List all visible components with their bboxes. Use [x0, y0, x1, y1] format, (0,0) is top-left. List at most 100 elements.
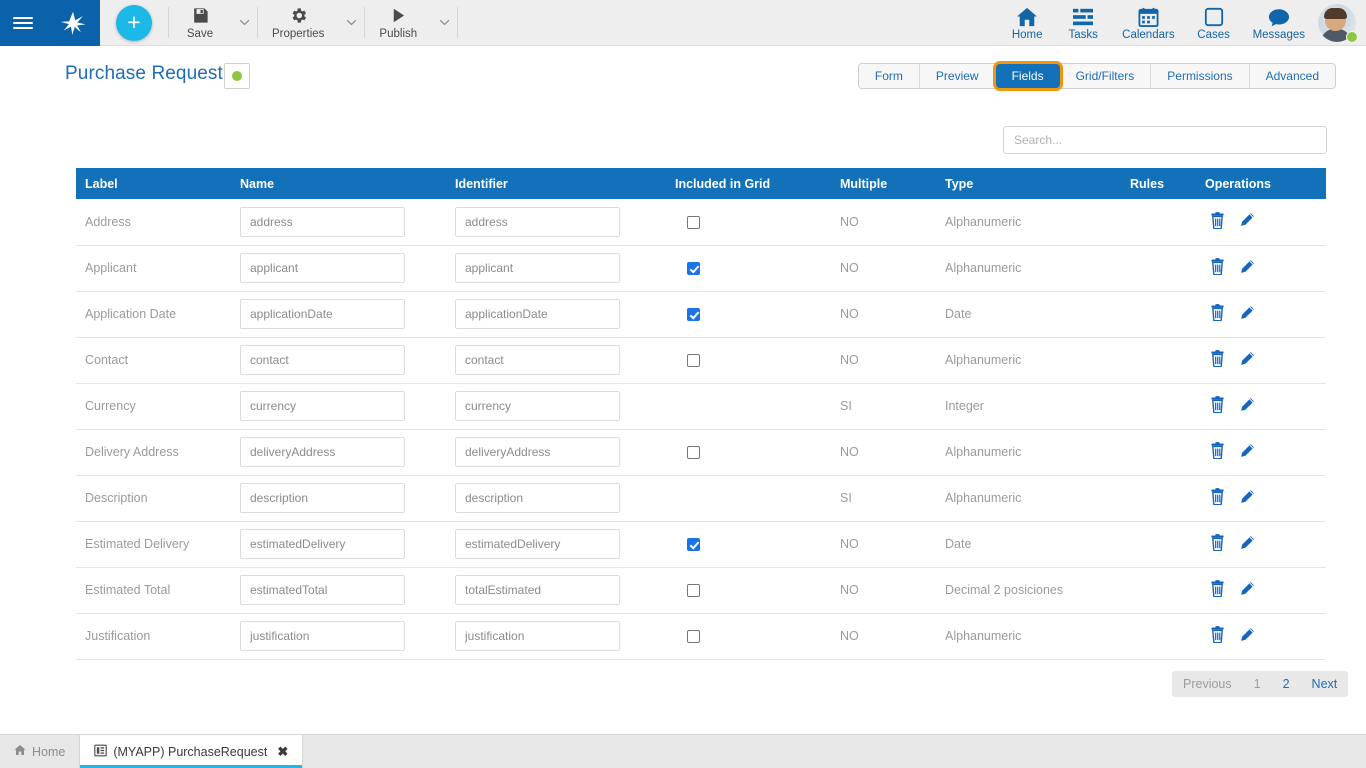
- nav-messages-button[interactable]: Messages: [1242, 0, 1316, 45]
- column-header-label[interactable]: Label: [76, 168, 231, 199]
- delete-field-button[interactable]: [1210, 350, 1225, 370]
- field-identifier-input[interactable]: [455, 529, 620, 559]
- save-button[interactable]: Save: [169, 0, 231, 45]
- trash-icon: [1210, 442, 1225, 462]
- edit-field-button[interactable]: [1239, 259, 1255, 278]
- cell-identifier: [446, 613, 666, 659]
- tab-fields[interactable]: Fields: [996, 64, 1060, 88]
- included-in-grid-checkbox[interactable]: [687, 584, 700, 597]
- pagination-page-1[interactable]: 1: [1243, 671, 1272, 697]
- tab-permissions[interactable]: Permissions: [1151, 64, 1249, 88]
- table-header-row: Label Name Identifier Included in Grid M…: [76, 168, 1326, 199]
- nav-calendars-button[interactable]: Calendars: [1111, 0, 1185, 45]
- field-name-input[interactable]: [240, 207, 405, 237]
- field-identifier-input[interactable]: [455, 299, 620, 329]
- field-name-input[interactable]: [240, 345, 405, 375]
- search-box[interactable]: [1003, 126, 1327, 154]
- publish-dropdown-caret[interactable]: [431, 0, 457, 45]
- included-in-grid-checkbox[interactable]: [687, 630, 700, 643]
- field-name-input[interactable]: [240, 621, 405, 651]
- column-header-name[interactable]: Name: [231, 168, 446, 199]
- status-badge[interactable]: [224, 63, 250, 89]
- nav-tasks-button[interactable]: Tasks: [1055, 0, 1111, 45]
- delete-field-button[interactable]: [1210, 212, 1225, 232]
- field-name-input[interactable]: [240, 391, 405, 421]
- tab-grid-filters[interactable]: Grid/Filters: [1060, 64, 1152, 88]
- pencil-icon: [1239, 627, 1255, 646]
- column-header-multiple[interactable]: Multiple: [831, 168, 936, 199]
- field-name-input[interactable]: [240, 437, 405, 467]
- edit-field-button[interactable]: [1239, 581, 1255, 600]
- edit-field-button[interactable]: [1239, 535, 1255, 554]
- delete-field-button[interactable]: [1210, 534, 1225, 554]
- field-name-input[interactable]: [240, 253, 405, 283]
- tab-advanced[interactable]: Advanced: [1250, 64, 1335, 88]
- pagination-next[interactable]: Next: [1301, 671, 1349, 697]
- field-identifier-input[interactable]: [455, 253, 620, 283]
- edit-field-button[interactable]: [1239, 627, 1255, 646]
- taskbar-item-home[interactable]: Home: [0, 735, 80, 768]
- included-in-grid-checkbox[interactable]: [687, 308, 700, 321]
- column-header-operations[interactable]: Operations: [1196, 168, 1326, 199]
- delete-field-button[interactable]: [1210, 488, 1225, 508]
- delete-field-button[interactable]: [1210, 258, 1225, 278]
- included-in-grid-checkbox[interactable]: [687, 216, 700, 229]
- pencil-icon: [1239, 305, 1255, 324]
- edit-field-button[interactable]: [1239, 351, 1255, 370]
- edit-field-button[interactable]: [1239, 443, 1255, 462]
- bird-logo-icon[interactable]: [58, 8, 88, 38]
- field-identifier-input[interactable]: [455, 207, 620, 237]
- edit-field-button[interactable]: [1239, 489, 1255, 508]
- top-toolbar: + Save Properties Publish: [0, 0, 1366, 46]
- cell-multiple: NO: [831, 521, 936, 567]
- avatar[interactable]: [1316, 0, 1362, 45]
- trash-icon: [1210, 396, 1225, 416]
- nav-cases-button[interactable]: Cases: [1186, 0, 1242, 45]
- publish-button[interactable]: Publish: [365, 0, 431, 45]
- delete-field-button[interactable]: [1210, 442, 1225, 462]
- delete-field-button[interactable]: [1210, 626, 1225, 646]
- pagination-page-2[interactable]: 2: [1272, 671, 1301, 697]
- cell-included-in-grid: [666, 245, 831, 291]
- add-new-button[interactable]: +: [116, 5, 152, 41]
- field-identifier-input[interactable]: [455, 345, 620, 375]
- field-identifier-input[interactable]: [455, 437, 620, 467]
- properties-button[interactable]: Properties: [258, 0, 338, 45]
- cell-operations: [1196, 475, 1326, 521]
- field-name-input[interactable]: [240, 575, 405, 605]
- included-in-grid-checkbox[interactable]: [687, 446, 700, 459]
- tab-preview[interactable]: Preview: [920, 64, 996, 88]
- column-header-type[interactable]: Type: [936, 168, 1121, 199]
- taskbar-item-purchaserequest[interactable]: (MYAPP) PurchaseRequest ✖: [80, 735, 303, 768]
- pagination-previous[interactable]: Previous: [1172, 671, 1243, 697]
- included-in-grid-checkbox[interactable]: [687, 538, 700, 551]
- delete-field-button[interactable]: [1210, 396, 1225, 416]
- table-row: Delivery AddressNOAlphanumeric: [76, 429, 1326, 475]
- field-name-input[interactable]: [240, 529, 405, 559]
- cell-type: Decimal 2 posiciones: [936, 567, 1121, 613]
- properties-dropdown-caret[interactable]: [338, 0, 364, 45]
- column-header-identifier[interactable]: Identifier: [446, 168, 666, 199]
- field-identifier-input[interactable]: [455, 575, 620, 605]
- tab-form[interactable]: Form: [859, 64, 920, 88]
- edit-field-button[interactable]: [1239, 397, 1255, 416]
- field-identifier-input[interactable]: [455, 391, 620, 421]
- included-in-grid-checkbox[interactable]: [687, 262, 700, 275]
- search-input[interactable]: [1004, 127, 1326, 153]
- field-identifier-input[interactable]: [455, 483, 620, 513]
- included-in-grid-checkbox[interactable]: [687, 354, 700, 367]
- column-header-rules[interactable]: Rules: [1121, 168, 1196, 199]
- field-name-input[interactable]: [240, 483, 405, 513]
- delete-field-button[interactable]: [1210, 580, 1225, 600]
- cell-type: Alphanumeric: [936, 199, 1121, 245]
- save-dropdown-caret[interactable]: [231, 0, 257, 45]
- nav-home-button[interactable]: Home: [999, 0, 1055, 45]
- edit-field-button[interactable]: [1239, 212, 1255, 231]
- field-identifier-input[interactable]: [455, 621, 620, 651]
- hamburger-icon[interactable]: [13, 17, 33, 29]
- field-name-input[interactable]: [240, 299, 405, 329]
- edit-field-button[interactable]: [1239, 305, 1255, 324]
- close-icon[interactable]: ✖: [277, 744, 288, 760]
- column-header-included-in-grid[interactable]: Included in Grid: [666, 168, 831, 199]
- delete-field-button[interactable]: [1210, 304, 1225, 324]
